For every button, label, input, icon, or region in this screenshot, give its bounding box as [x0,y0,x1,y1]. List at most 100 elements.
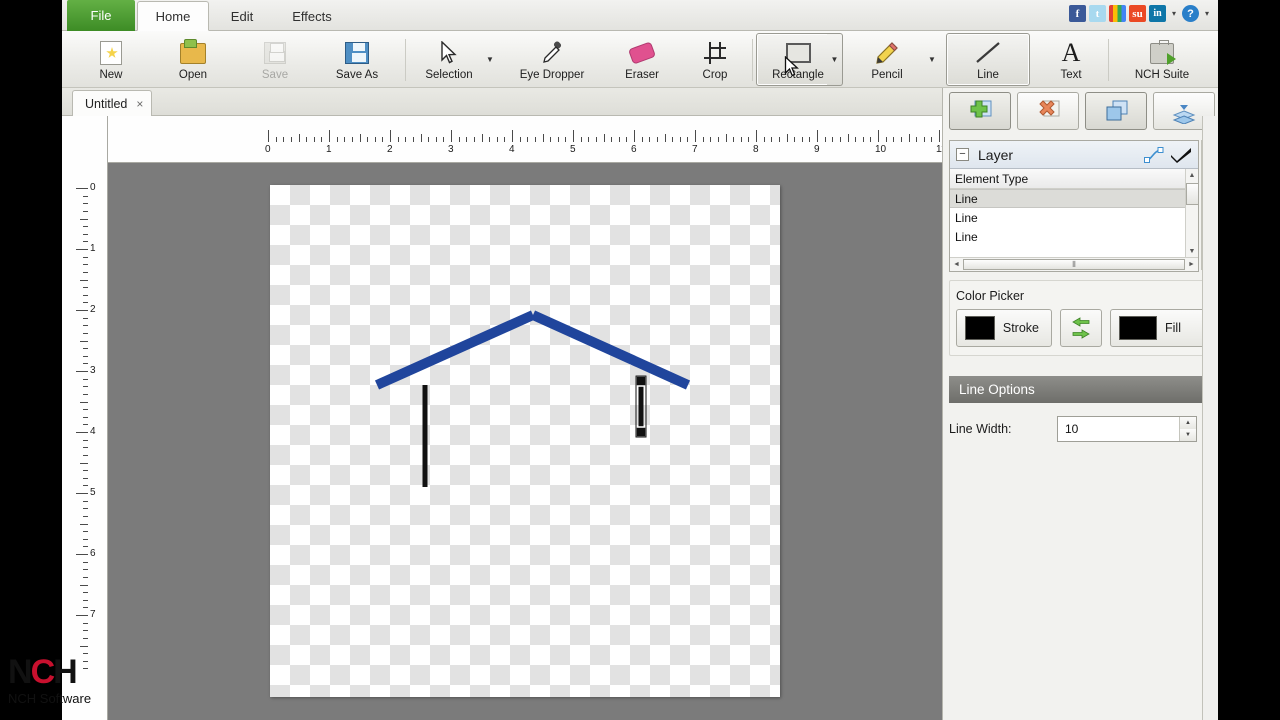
facebook-icon[interactable]: f [1069,5,1086,22]
twitter-icon[interactable]: t [1089,5,1106,22]
text-tool-label: Text [1060,69,1082,81]
nch-suite-button[interactable]: NCH Suite [1116,33,1208,86]
line-width-decrement-button[interactable]: ▼ [1180,429,1196,441]
layer-list-horizontal-scrollbar[interactable]: ◄ ⦀ ► [950,257,1198,271]
ruler-minor-tick [83,653,88,655]
line-tool-button[interactable]: Line [946,33,1030,86]
ruler-minor-tick [771,137,773,142]
ruler-minor-tick [83,256,88,258]
window-vertical-scrollbar[interactable] [1202,116,1218,720]
ruler-label: 9 [814,144,820,155]
scroll-down-icon[interactable]: ▼ [1186,245,1198,257]
drawing-canvas[interactable] [270,185,780,697]
text-tool-button[interactable]: A Text [1038,33,1104,86]
tab-home[interactable]: Home [137,1,209,31]
open-button-label: Open [178,69,208,81]
layer-list-vertical-scrollbar[interactable]: ▲ ▼ [1185,169,1199,257]
line-tool-label: Line [977,69,999,81]
checkmark-icon[interactable] [1170,147,1192,163]
layer-row-2[interactable]: Line [950,208,1198,227]
linkedin-icon[interactable]: in [1149,5,1166,22]
roof-left-line[interactable] [374,310,536,390]
tab-effects[interactable]: Effects [274,2,350,31]
ruler-minor-tick [893,137,895,142]
collapse-toggle-icon[interactable]: − [956,148,969,161]
tab-edit[interactable]: Edit [212,2,272,31]
ruler-minor-tick [80,523,88,525]
ruler-minor-tick [824,137,826,142]
line-width-increment-button[interactable]: ▲ [1180,417,1196,429]
layer-list-scroll-thumb[interactable] [1186,183,1199,205]
ruler-minor-tick [931,137,933,142]
scroll-right-icon[interactable]: ► [1185,261,1198,268]
selection-handle[interactable] [635,375,647,387]
layer-hscroll-thumb[interactable]: ⦀ [963,259,1185,270]
ruler-minor-tick [83,325,88,327]
selection-dropdown-chevron-down-icon[interactable]: ▼ [482,33,498,86]
add-layer-button[interactable] [949,92,1011,130]
selection-handle[interactable] [635,426,647,438]
ruler-minor-tick [83,393,88,395]
ruler-minor-tick [83,538,88,540]
tab-file[interactable]: File [67,0,135,31]
close-icon[interactable]: × [136,97,143,111]
line-width-label: Line Width: [949,422,1012,436]
social-chevron-down-icon[interactable]: ▾ [1169,9,1179,18]
rectangle-icon [785,38,811,68]
help-chevron-down-icon[interactable]: ▾ [1202,9,1212,18]
ruler-minor-tick [550,137,552,142]
line-width-stepper[interactable]: 10 ▲ ▼ [1057,416,1197,442]
duplicate-layer-icon [1106,100,1128,121]
pencil-tool-button[interactable]: Pencil [852,33,922,86]
fill-color-button[interactable]: Fill [1110,309,1206,347]
ruler-minor-tick [83,409,88,411]
roof-right-line[interactable] [530,310,691,390]
rectangle-dropdown-chevron-down-icon[interactable]: ▼ [827,33,843,86]
google-icon[interactable] [1109,5,1126,22]
open-button[interactable]: Open [158,33,228,86]
ruler-minor-tick [83,271,88,273]
save-as-icon [345,38,369,68]
document-tab-untitled[interactable]: Untitled × [72,90,153,116]
save-button[interactable]: Save [240,33,310,86]
ruler-major-tick [76,432,88,433]
ruler-minor-tick [83,226,88,228]
ruler-minor-tick [359,134,361,142]
twitter-glyph: t [1095,7,1100,20]
layer-row-3[interactable]: Line [950,227,1198,246]
swap-colors-button[interactable] [1060,309,1102,347]
layer-row-1[interactable]: Line [950,189,1198,208]
selection-tool-button[interactable]: Selection [410,33,488,86]
ruler-minor-tick [83,378,88,380]
ruler-minor-tick [83,630,88,632]
vector-path-icon[interactable] [1144,146,1164,163]
scroll-left-icon[interactable]: ◄ [950,261,963,268]
scroll-up-icon[interactable]: ▲ [1186,169,1198,181]
pencil-dropdown-chevron-down-icon[interactable]: ▼ [924,33,940,86]
ruler-minor-tick [679,137,681,142]
stroke-color-button[interactable]: Stroke [956,309,1052,347]
nch-logo: NCH NCH Software [8,655,104,713]
ruler-label: 3 [90,365,96,376]
crop-tool-button[interactable]: Crop [682,33,748,86]
canvas-workspace[interactable] [108,163,942,720]
new-button[interactable]: New [76,33,146,86]
crop-tool-label: Crop [702,69,728,81]
ruler-minor-tick [83,477,88,479]
ruler-major-tick [329,130,330,142]
save-as-button[interactable]: Save As [317,33,397,86]
cursor-arrow-icon [440,38,458,68]
ruler-minor-tick [83,264,88,266]
color-picker-controls: Stroke Fill [956,309,1206,347]
nch-logo-text: NCH Software [8,691,92,706]
help-icon[interactable]: ? [1182,5,1199,22]
eraser-tool-button[interactable]: Eraser [606,33,678,86]
eye-dropper-tool-button[interactable]: Eye Dropper [502,33,602,86]
stumbleupon-icon[interactable]: su [1129,5,1146,22]
ruler-label: 5 [570,144,576,155]
line-options-section-header: Line Options [949,376,1213,403]
delete-layer-button[interactable] [1017,92,1079,130]
line-width-input[interactable]: 10 [1058,422,1179,436]
duplicate-layer-button[interactable] [1085,92,1147,130]
ruler-minor-tick [710,137,712,142]
